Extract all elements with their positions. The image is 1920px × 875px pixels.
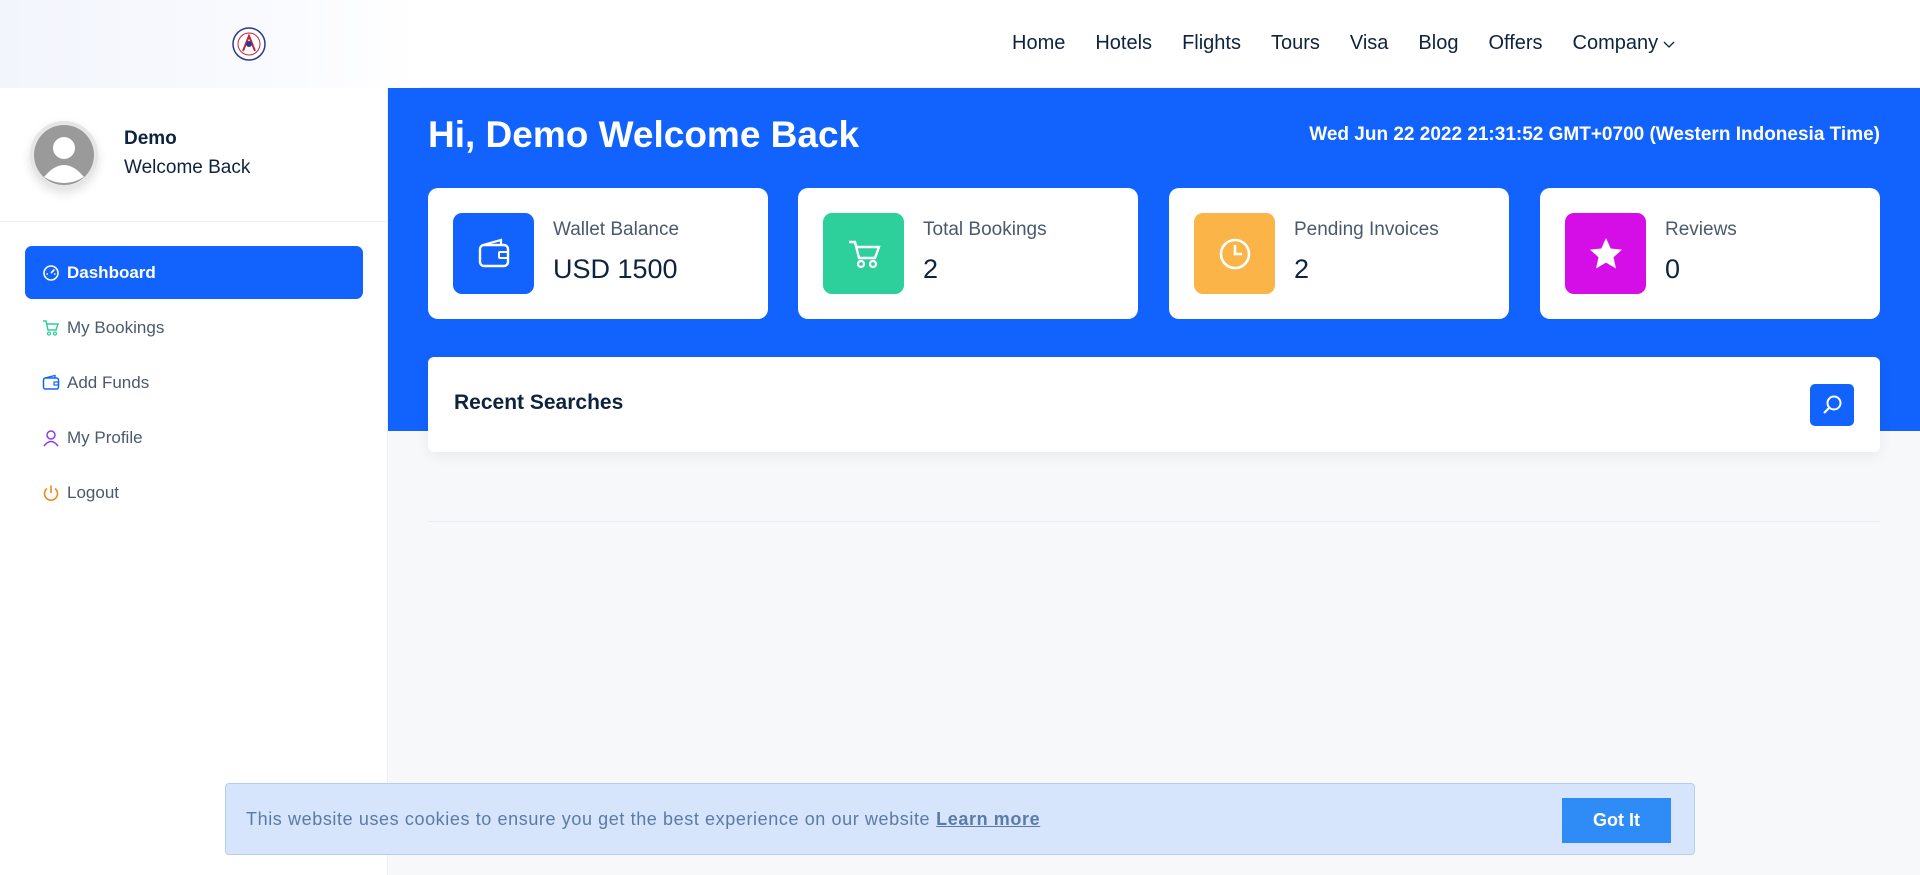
nav-home-label: Home (1012, 32, 1066, 54)
sidebar-item-label: My Profile (67, 427, 143, 447)
stat-label: Reviews (1665, 219, 1737, 240)
sidebar-item-logout[interactable]: Logout (25, 466, 363, 519)
nav-offers[interactable]: Offers (1488, 32, 1542, 55)
sidebar-item-label: Logout (67, 482, 119, 502)
cart-icon (823, 213, 904, 294)
user-profile-card: Demo Welcome Back (0, 88, 388, 222)
nav-blog[interactable]: Blog (1418, 32, 1458, 55)
sidebar-item-label: Dashboard (67, 262, 156, 282)
nav-visa-label: Visa (1349, 32, 1389, 54)
recent-searches-title: Recent Searches (454, 391, 624, 414)
cookie-consent-banner: This website uses cookies to ensure you … (225, 783, 1695, 855)
sidebar-item-label: My Bookings (67, 317, 165, 337)
dashboard-gauge-icon (43, 264, 59, 281)
cookie-learn-more-link[interactable]: Learn more (936, 809, 1040, 829)
nav-blog-label: Blog (1418, 32, 1459, 54)
nav-home[interactable]: Home (1012, 32, 1065, 55)
user-name: Demo (124, 128, 177, 149)
page-title: Hi, Demo Welcome Back (428, 114, 860, 155)
nav-hotels[interactable]: Hotels (1095, 32, 1152, 55)
recent-searches-panel: Recent Searches (428, 357, 1880, 452)
clock-icon (1194, 213, 1275, 294)
nav-tours-label: Tours (1270, 32, 1320, 54)
site-logo[interactable] (232, 27, 266, 61)
sidebar-item-my-bookings[interactable]: My Bookings (25, 301, 363, 354)
top-navbar: Home Hotels Flights Tours Visa Blog Offe… (0, 0, 1920, 88)
wallet-icon (42, 374, 60, 390)
nav-visa[interactable]: Visa (1350, 32, 1389, 55)
stat-value: USD 1500 (553, 254, 678, 284)
stat-card-reviews[interactable]: Reviews 0 (1540, 188, 1880, 319)
user-greeting: Welcome Back (124, 157, 251, 178)
nav-flights[interactable]: Flights (1182, 32, 1241, 55)
cookie-accept-button[interactable]: Got It (1562, 798, 1671, 843)
cart-icon (43, 319, 60, 336)
main-content: Hi, Demo Welcome Back Wed Jun 22 2022 21… (388, 88, 1920, 875)
sidebar-item-label: Add Funds (67, 372, 150, 392)
search-icon (1823, 395, 1842, 414)
stat-label: Pending Invoices (1294, 219, 1439, 240)
stat-label: Wallet Balance (553, 219, 680, 240)
nav-tours[interactable]: Tours (1271, 32, 1320, 55)
chevron-down-icon (1663, 41, 1675, 48)
star-icon (1565, 213, 1646, 294)
stat-card-total-bookings[interactable]: Total Bookings 2 (798, 188, 1138, 319)
stat-value: 2 (923, 254, 939, 284)
cookie-text: This website uses cookies to ensure you … (246, 809, 931, 829)
avatar (30, 121, 98, 189)
nav-company-dropdown[interactable]: Company (1573, 32, 1677, 55)
sidebar-item-my-profile[interactable]: My Profile (25, 411, 363, 464)
sidebar: Demo Welcome Back Dashboard My Bookings … (0, 88, 388, 875)
stat-label: Total Bookings (923, 219, 1047, 240)
stat-card-wallet-balance[interactable]: Wallet Balance USD 1500 (428, 188, 768, 319)
power-icon (43, 485, 59, 501)
cookie-message: This website uses cookies to ensure you … (246, 809, 1040, 830)
sidebar-item-add-funds[interactable]: Add Funds (25, 356, 363, 409)
content-divider (428, 521, 1880, 522)
main-nav: Home Hotels Flights Tours Visa Blog Offe… (1012, 32, 1706, 55)
nav-offers-label: Offers (1488, 32, 1543, 54)
stat-value: 2 (1294, 254, 1310, 284)
stat-value: 0 (1665, 254, 1681, 284)
nav-flights-label: Flights (1182, 32, 1241, 54)
current-datetime: Wed Jun 22 2022 21:31:52 GMT+0700 (Weste… (1309, 124, 1880, 145)
user-icon (43, 429, 59, 446)
recent-searches-button[interactable] (1810, 384, 1854, 426)
nav-company-label: Company (1572, 32, 1659, 54)
nav-hotels-label: Hotels (1095, 32, 1153, 54)
wallet-icon (453, 213, 534, 294)
sidebar-menu: Dashboard My Bookings Add Funds My Profi… (25, 246, 363, 521)
stat-card-pending-invoices[interactable]: Pending Invoices 2 (1169, 188, 1509, 319)
logo-area (0, 0, 420, 88)
sidebar-item-dashboard[interactable]: Dashboard (25, 246, 363, 299)
